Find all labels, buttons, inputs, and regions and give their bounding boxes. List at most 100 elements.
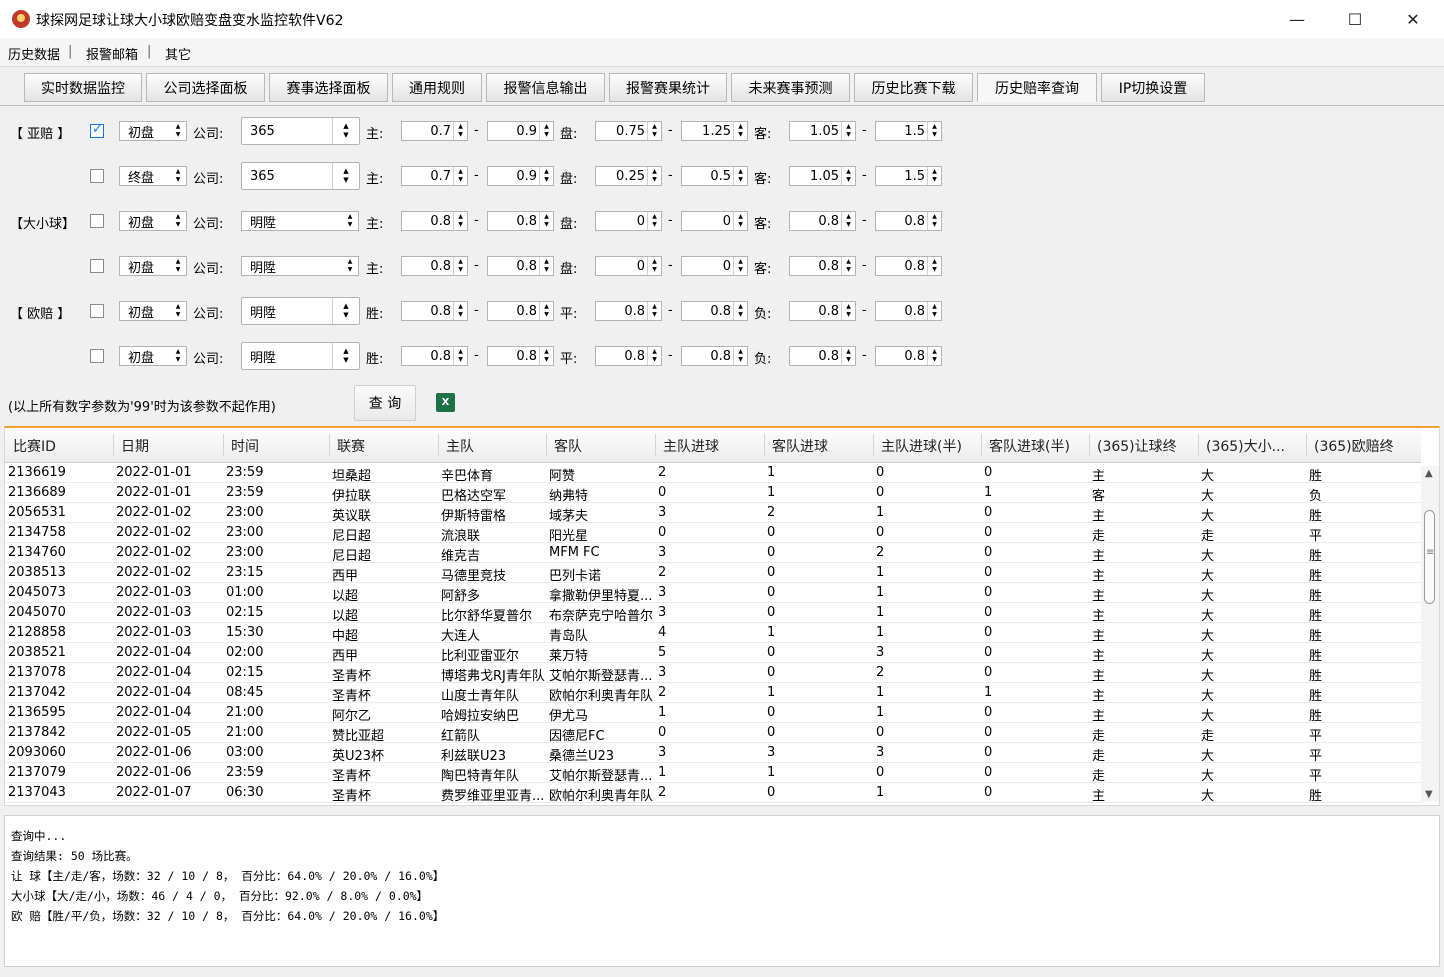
spin-arrows-icon[interactable]: ▲ ▼ xyxy=(647,302,661,320)
arrow-down-icon[interactable]: ▼ xyxy=(738,356,743,364)
odds-range-input[interactable]: 0.8 ▲ ▼ xyxy=(487,346,554,366)
arrow-up-icon[interactable]: ▲ xyxy=(343,302,348,311)
minimize-button[interactable]: — xyxy=(1268,0,1326,38)
spin-arrows-icon[interactable]: ▲ ▼ xyxy=(453,167,467,185)
odds-type-select[interactable]: 终盘 ▲ ▼ xyxy=(119,166,187,186)
arrow-up-icon[interactable]: ▲ xyxy=(458,168,463,176)
arrow-up-icon[interactable]: ▲ xyxy=(544,213,549,221)
spin-arrows-icon[interactable]: ▲ ▼ xyxy=(647,212,661,230)
table-row[interactable]: 2056531 2022-01-02 23:00 英议联 伊斯特雷格 域茅夫 3 2 1 0 主 大 胜 xyxy=(5,503,1421,524)
arrow-up-icon[interactable]: ▲ xyxy=(846,348,851,356)
spin-arrows-icon[interactable]: ▲ ▼ xyxy=(927,122,941,140)
arrow-up-icon[interactable]: ▲ xyxy=(458,258,463,266)
odds-range-input[interactable]: 0.8 ▲ ▼ xyxy=(875,211,942,231)
odds-type-select[interactable]: 初盘 ▲ ▼ xyxy=(119,346,187,366)
arrow-up-icon[interactable]: ▲ xyxy=(738,258,743,266)
spin-arrows-icon[interactable]: ▲ ▼ xyxy=(927,167,941,185)
column-header[interactable]: (365)让球终 xyxy=(1097,436,1198,456)
spin-arrows-icon[interactable]: ▲ ▼ xyxy=(927,347,941,365)
arrow-up-icon[interactable]: ▲ xyxy=(176,258,181,266)
arrow-down-icon[interactable]: ▼ xyxy=(348,266,353,274)
arrow-down-icon[interactable]: ▼ xyxy=(176,221,181,229)
arrow-down-icon[interactable]: ▼ xyxy=(846,266,851,274)
arrow-down-icon[interactable]: ▼ xyxy=(932,356,937,364)
column-divider[interactable] xyxy=(1089,434,1090,456)
column-divider[interactable] xyxy=(655,434,656,456)
odds-range-input[interactable]: 0.8 ▲ ▼ xyxy=(595,301,662,321)
table-row[interactable]: 2136595 2022-01-04 21:00 阿尔乙 哈姆拉安纳巴 伊尤马 1 0 1 0 主 大… xyxy=(5,703,1421,724)
odds-range-input[interactable]: 0.8 ▲ ▼ xyxy=(789,346,856,366)
arrow-up-icon[interactable]: ▲ xyxy=(932,303,937,311)
spin-arrows-icon[interactable]: ▲ ▼ xyxy=(733,212,747,230)
company-select[interactable]: 明陞 ▲ ▼ xyxy=(241,342,360,370)
spin-arrows-icon[interactable]: ▲ ▼ xyxy=(927,302,941,320)
column-header[interactable]: 主队进球 xyxy=(663,436,764,456)
odds-range-input[interactable]: 0.8 ▲ ▼ xyxy=(875,256,942,276)
arrow-up-icon[interactable]: ▲ xyxy=(932,348,937,356)
arrow-down-icon[interactable]: ▼ xyxy=(458,266,463,274)
scroll-down-icon[interactable]: ▼ xyxy=(1425,789,1433,800)
table-row[interactable]: 2137078 2022-01-04 02:15 圣青杯 博塔弗戈RJ青年队 艾帕尔斯登瑟… xyxy=(5,663,1421,684)
column-divider[interactable] xyxy=(1198,434,1199,456)
column-divider[interactable] xyxy=(981,434,982,456)
arrow-down-icon[interactable]: ▼ xyxy=(932,266,937,274)
arrow-down-icon[interactable]: ▼ xyxy=(652,221,657,229)
arrow-up-icon[interactable]: ▲ xyxy=(343,167,348,176)
odds-range-input[interactable]: 0 ▲ ▼ xyxy=(681,256,748,276)
tab-company-select[interactable]: 公司选择面板 xyxy=(146,73,265,102)
vertical-scrollbar[interactable]: ▲ ▼ xyxy=(1421,466,1439,802)
company-select[interactable]: 365 ▲ ▼ xyxy=(241,162,360,190)
spin-arrows-icon[interactable]: ▲ ▼ xyxy=(453,257,467,275)
spin-arrows-icon[interactable]: ▲ ▼ xyxy=(170,167,186,185)
odds-range-input[interactable]: 0.8 ▲ ▼ xyxy=(487,256,554,276)
arrow-up-icon[interactable]: ▲ xyxy=(652,348,657,356)
spin-arrows-icon[interactable]: ▲ ▼ xyxy=(733,347,747,365)
arrow-down-icon[interactable]: ▼ xyxy=(343,131,348,140)
odds-range-input[interactable]: 0.7 ▲ ▼ xyxy=(401,166,468,186)
enable-checkbox[interactable] xyxy=(90,214,104,228)
table-row[interactable]: 2045073 2022-01-03 01:00 以超 阿舒多 拿撒勒伊里特夏... 3 0 1… xyxy=(5,583,1421,604)
spin-arrows-icon[interactable]: ▲ ▼ xyxy=(539,257,553,275)
spin-arrows-icon[interactable]: ▲ ▼ xyxy=(733,122,747,140)
arrow-down-icon[interactable]: ▼ xyxy=(458,311,463,319)
odds-type-select[interactable]: 初盘 ▲ ▼ xyxy=(119,211,187,231)
column-divider[interactable] xyxy=(113,434,114,456)
arrow-down-icon[interactable]: ▼ xyxy=(932,131,937,139)
spin-arrows-icon[interactable]: ▲ ▼ xyxy=(733,167,747,185)
arrow-down-icon[interactable]: ▼ xyxy=(738,311,743,319)
arrow-down-icon[interactable]: ▼ xyxy=(652,176,657,184)
odds-range-input[interactable]: 0.75 ▲ ▼ xyxy=(595,121,662,141)
spin-arrows-icon[interactable]: ▲ ▼ xyxy=(170,122,186,140)
enable-checkbox[interactable] xyxy=(90,259,104,273)
arrow-down-icon[interactable]: ▼ xyxy=(544,266,549,274)
tab-match-select[interactable]: 赛事选择面板 xyxy=(269,73,388,102)
spin-arrows-icon[interactable]: ▲ ▼ xyxy=(927,257,941,275)
spin-arrows-icon[interactable]: ▲ ▼ xyxy=(841,257,855,275)
odds-range-input[interactable]: 0.8 ▲ ▼ xyxy=(789,301,856,321)
odds-range-input[interactable]: 0.8 ▲ ▼ xyxy=(595,346,662,366)
enable-checkbox[interactable] xyxy=(90,349,104,363)
arrow-down-icon[interactable]: ▼ xyxy=(846,221,851,229)
spin-arrows-icon[interactable]: ▲ ▼ xyxy=(647,122,661,140)
enable-checkbox[interactable] xyxy=(90,122,104,138)
arrow-up-icon[interactable]: ▲ xyxy=(458,213,463,221)
arrow-down-icon[interactable]: ▼ xyxy=(738,266,743,274)
spin-arrows-icon[interactable]: ▲ ▼ xyxy=(647,347,661,365)
spin-arrows-icon[interactable]: ▲ ▼ xyxy=(539,167,553,185)
arrow-up-icon[interactable]: ▲ xyxy=(846,258,851,266)
arrow-up-icon[interactable]: ▲ xyxy=(544,168,549,176)
odds-range-input[interactable]: 0.8 ▲ ▼ xyxy=(681,346,748,366)
table-row[interactable]: 2038521 2022-01-04 02:00 西甲 比利亚雷亚尔 莱万特 5 0 3 0 主 大 胜 xyxy=(5,643,1421,664)
arrow-up-icon[interactable]: ▲ xyxy=(652,168,657,176)
arrow-up-icon[interactable]: ▲ xyxy=(652,123,657,131)
spin-arrows-icon[interactable]: ▲ ▼ xyxy=(841,167,855,185)
arrow-up-icon[interactable]: ▲ xyxy=(932,213,937,221)
arrow-down-icon[interactable]: ▼ xyxy=(544,311,549,319)
arrow-down-icon[interactable]: ▼ xyxy=(932,221,937,229)
column-divider[interactable] xyxy=(438,434,439,456)
column-divider[interactable] xyxy=(329,434,330,456)
arrow-up-icon[interactable]: ▲ xyxy=(738,123,743,131)
odds-range-input[interactable]: 0.8 ▲ ▼ xyxy=(487,301,554,321)
column-header[interactable]: (365)欧赔终 xyxy=(1314,436,1417,456)
arrow-up-icon[interactable]: ▲ xyxy=(544,123,549,131)
